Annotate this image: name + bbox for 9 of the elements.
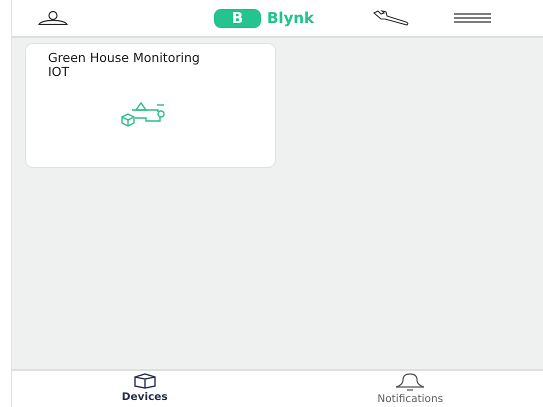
- device-card[interactable]: Green House Monitoring IOT: [25, 43, 276, 168]
- bell-icon: [394, 373, 426, 391]
- profile-icon[interactable]: [38, 11, 68, 25]
- wrench-icon[interactable]: [372, 10, 410, 26]
- logo-badge: B: [214, 8, 261, 28]
- cube-icon: [134, 373, 156, 389]
- logo-text: Blynk: [267, 9, 314, 27]
- menu-icon[interactable]: [454, 13, 492, 23]
- device-name: Green House Monitoring IOT: [48, 51, 201, 79]
